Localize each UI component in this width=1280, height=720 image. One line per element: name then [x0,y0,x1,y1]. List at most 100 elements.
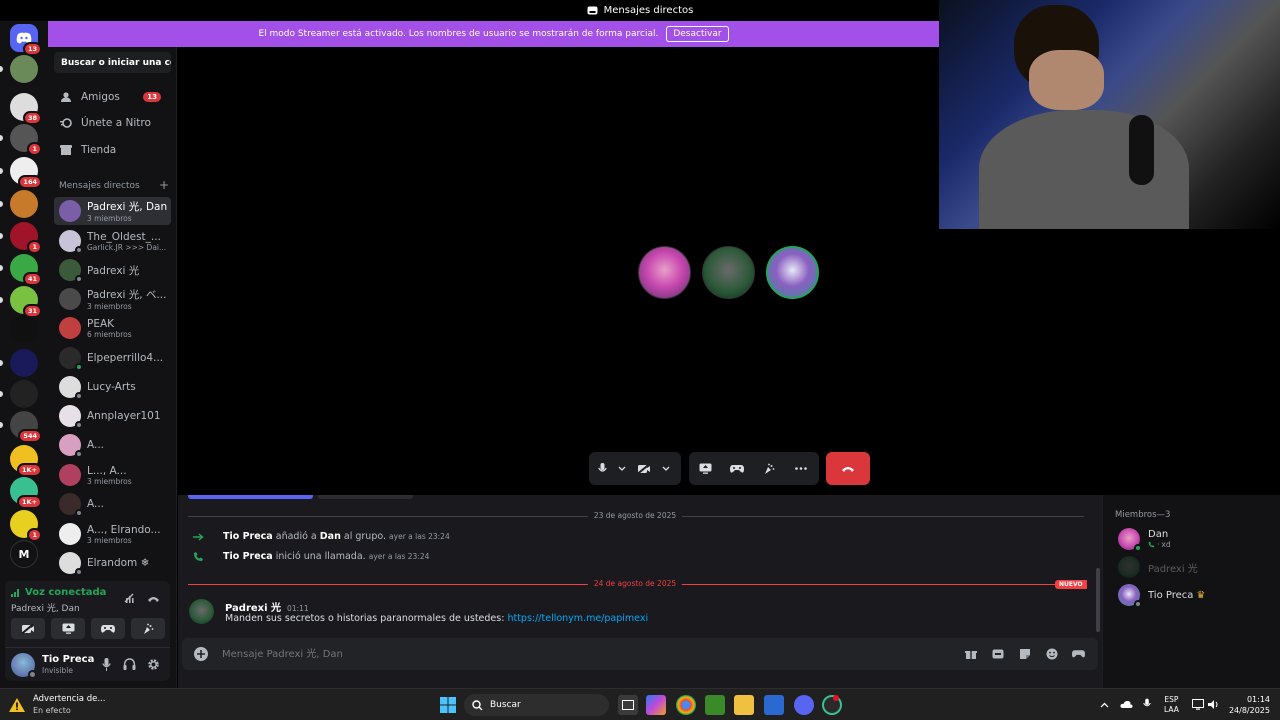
find-conversation-button[interactable]: Buscar o iniciar una co... [54,52,171,73]
call-resize-handle[interactable] [188,495,313,499]
user-avatar[interactable] [11,653,37,679]
language-indicator[interactable]: ESP LAA [1164,695,1179,715]
server-icon[interactable]: 41 [10,254,42,286]
sticker-icon[interactable] [1019,648,1031,660]
disable-streamer-mode-button[interactable]: Desactivar [666,26,729,42]
camera-button[interactable] [629,452,659,485]
server-icon[interactable]: 31 [10,286,42,318]
chevron-up-icon[interactable] [1100,702,1109,708]
message-input[interactable] [222,644,942,664]
server-icon[interactable] [10,349,38,377]
microphone-icon[interactable] [102,658,111,671]
dm-item[interactable]: PEAK 6 miembros [54,314,171,342]
server-icon[interactable]: 1K+ [10,445,42,477]
task-view-icon[interactable] [618,695,638,715]
share-screen-button[interactable] [51,618,85,639]
voice-status[interactable]: Voz conectada [11,587,106,598]
server-icon[interactable]: 1K+ [10,477,42,509]
activities-button[interactable] [721,452,753,485]
member-padrexi[interactable]: Padrexi 光 [1118,556,1198,578]
message-author-avatar[interactable] [189,599,214,624]
mute-button[interactable] [589,452,615,485]
dm-item[interactable]: Padrexi 光, Dan 3 miembros [54,197,171,225]
disconnect-icon[interactable] [147,594,160,603]
server-icon[interactable]: 38 [10,93,42,125]
message-author[interactable]: Padrexi 光 [225,599,281,614]
server-icon[interactable] [10,55,38,83]
nav-shop[interactable]: Tienda [54,138,171,162]
toggle-camera-button[interactable] [11,618,45,639]
dm-item[interactable]: A..., Elrando... 3 miembros [54,520,171,548]
server-icon[interactable]: 1 [10,222,42,254]
chat-scrollbar[interactable] [1096,568,1100,632]
dm-item[interactable]: Lucy-Arts [54,373,171,401]
sys-target[interactable]: Dan [320,531,341,542]
dm-item[interactable]: A... [54,490,171,518]
nav-nitro[interactable]: Únete a Nitro [54,111,171,135]
microphone-tray-icon[interactable] [1143,698,1151,710]
server-icon[interactable]: 1 [10,124,42,156]
hang-up-button[interactable] [826,452,870,485]
nav-friends[interactable]: Amigos 13 [54,85,171,109]
discord-taskbar-icon[interactable] [794,695,814,715]
dm-item[interactable]: Padrexi 光, ベ... 3 miembros [54,285,171,313]
dm-item[interactable]: Annplayer101 [54,402,171,430]
server-icon[interactable]: 1 [10,510,42,542]
server-icon[interactable] [10,315,38,343]
server-icon[interactable] [10,380,38,408]
taskbar-search[interactable]: Buscar [464,694,609,716]
store-icon[interactable] [764,695,784,715]
windows-start-icon[interactable] [440,697,456,713]
settings-gear-icon[interactable] [147,658,160,671]
copilot-icon[interactable] [646,695,666,715]
dm-item[interactable]: A... [54,431,171,459]
apps-gamepad-icon[interactable] [1072,649,1085,659]
soundboard-button[interactable] [131,618,165,639]
headphones-icon[interactable] [123,658,136,670]
notification-widget[interactable]: Advertencia de... En efecto [8,694,105,716]
gif-icon[interactable] [992,648,1004,660]
dm-item[interactable]: Elpeperrillo4... [54,344,171,372]
dm-item[interactable]: L..., A... 3 miembros [54,461,171,489]
member-tio-preca[interactable]: Tio Preca ♛ [1118,584,1205,608]
create-dm-button[interactable]: + [159,179,169,191]
participant-avatar-padrexi[interactable] [702,246,755,299]
video-options-button[interactable] [659,452,673,485]
server-icon[interactable]: 164 [10,157,42,189]
dm-avatar [59,200,81,222]
call-resize-handle-secondary[interactable] [318,495,413,499]
user-name[interactable]: Tio Preca [42,654,94,665]
more-dots-icon [795,467,807,470]
volume-icon[interactable] [1208,699,1220,710]
server-icon[interactable]: 544 [10,411,42,443]
more-options-button[interactable] [785,452,817,485]
soundboard-button[interactable] [753,452,785,485]
audio-options-button[interactable] [615,452,629,485]
server-icon[interactable]: 13 [10,24,42,56]
member-dan[interactable]: Dan · xd [1118,528,1171,552]
file-explorer-icon[interactable] [734,695,754,715]
taskbar-clock[interactable]: 01:14 24/8/2025 [1225,694,1270,716]
server-icon[interactable] [10,190,38,218]
sys-actor[interactable]: Tio Preca [223,531,273,542]
dm-item[interactable]: Elrandom ❄ [54,549,171,577]
sys-actor[interactable]: Tio Preca [223,551,273,562]
obs-icon[interactable] [822,695,842,715]
minecraft-icon[interactable] [705,695,725,715]
gift-icon[interactable] [965,648,977,660]
participant-avatar-dan[interactable] [638,246,691,299]
server-icon[interactable]: M [10,540,38,568]
message-link[interactable]: https://tellonym.me/papimexi [507,613,648,624]
dm-item[interactable]: The_Oldest_... Garlick.JR >>> Dai... [54,227,171,255]
display-icon[interactable] [1192,699,1204,710]
chrome-icon[interactable] [676,695,696,715]
share-screen-button[interactable] [689,452,721,485]
onedrive-cloud-icon[interactable] [1120,700,1133,709]
noise-suppression-icon[interactable] [123,592,136,605]
activity-button[interactable] [91,618,125,639]
participant-avatar-tio-preca[interactable] [766,246,819,299]
attach-button[interactable] [194,647,208,661]
user-status-dot [28,670,37,679]
dm-item[interactable]: Padrexi 光 [54,256,171,284]
emoji-icon[interactable] [1046,648,1058,660]
